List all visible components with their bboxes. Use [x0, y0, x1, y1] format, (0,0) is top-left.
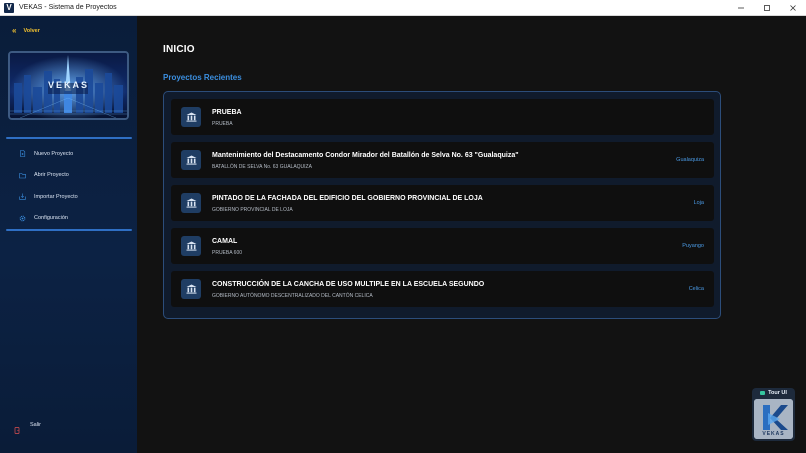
window-titlebar: V VEKAS - Sistema de Proyectos: [0, 0, 806, 16]
folder-open-icon: [19, 172, 26, 179]
project-name: CONSTRUCCIÓN DE LA CANCHA DE USO MULTIPL…: [212, 281, 485, 288]
sidebar-nav: Nuevo Proyecto Abrir Proyecto Importar P…: [0, 143, 137, 229]
sidebar-item-configuracion[interactable]: Configuración: [0, 208, 137, 230]
building-icon: [181, 107, 201, 127]
building-icon: [181, 279, 201, 299]
tour-ui-label-row: Tour UI: [752, 390, 795, 396]
project-location: Loja: [693, 200, 704, 206]
project-location: Gualaquiza: [676, 157, 704, 163]
tour-ui-label: Tour UI: [768, 390, 787, 396]
project-name: CAMAL: [212, 238, 238, 245]
project-subtitle: GOBIERNO PROVINCIAL DE LOJA: [212, 207, 293, 213]
back-button[interactable]: « Volver: [12, 27, 40, 35]
close-icon: [790, 5, 796, 11]
recent-projects-panel: PRUEBA PRUEBA Mantenimiento del Destacam…: [163, 91, 721, 319]
project-subtitle: PRUEBA: [212, 121, 233, 127]
project-card[interactable]: CONSTRUCCIÓN DE LA CANCHA DE USO MULTIPL…: [171, 271, 714, 307]
project-location: Puyango: [682, 243, 704, 249]
building-icon: [181, 193, 201, 213]
logo-text: VEKAS: [47, 80, 89, 90]
exit-label: Salir: [30, 421, 42, 428]
minimize-icon: [738, 7, 744, 9]
main-content: INICIO Proyectos Recientes PRUEBA PRUEBA…: [137, 16, 806, 453]
project-card[interactable]: PINTADO DE LA FACHADA DEL EDIFICIO DEL G…: [171, 185, 714, 221]
project-name: PRUEBA: [212, 109, 242, 116]
building-icon: [181, 236, 201, 256]
sidebar: « Volver VEKAS Nuevo Proyecto Abrir Proy…: [0, 16, 137, 453]
close-button[interactable]: [780, 0, 806, 16]
vekas-logo-text: VEKAS: [762, 431, 785, 437]
project-subtitle: GOBIERNO AUTÓNOMO DESCENTRALIZADO DEL CA…: [212, 293, 373, 299]
page-title: INICIO: [163, 44, 195, 55]
sidebar-divider-top: [6, 137, 132, 139]
building-icon: [181, 150, 201, 170]
sidebar-item-importar-proyecto[interactable]: Importar Proyecto: [0, 186, 137, 208]
sidebar-item-label: Nuevo Proyecto: [34, 150, 74, 157]
back-label: Volver: [23, 28, 40, 34]
sidebar-item-label: Abrir Proyecto: [34, 172, 69, 179]
sidebar-item-label: Configuración: [34, 215, 68, 222]
double-chevron-left-icon: «: [12, 26, 17, 35]
sidebar-item-abrir-proyecto[interactable]: Abrir Proyecto: [0, 165, 137, 187]
vekas-logo: VEKAS: [754, 399, 793, 439]
project-card[interactable]: Mantenimiento del Destacamento Condor Mi…: [171, 142, 714, 178]
sidebar-item-nuevo-proyecto[interactable]: Nuevo Proyecto: [0, 143, 137, 165]
sidebar-item-label: Importar Proyecto: [34, 193, 78, 200]
maximize-icon: [764, 5, 770, 11]
app-icon: V: [4, 2, 14, 13]
file-plus-icon: [19, 150, 26, 158]
project-subtitle: BATALLÓN DE SELVA No. 63 GUALAQUIZA: [212, 164, 312, 170]
tour-icon: [760, 391, 766, 395]
project-subtitle: PRUEBA 600: [212, 250, 243, 256]
minimize-button[interactable]: [728, 0, 754, 16]
project-location: Celica: [688, 286, 704, 292]
section-title: Proyectos Recientes: [163, 73, 242, 82]
import-icon: [19, 193, 26, 200]
window-controls: [728, 0, 806, 16]
exit-icon: [14, 421, 20, 434]
project-card[interactable]: CAMAL PRUEBA 600 Puyango: [171, 228, 714, 264]
project-name: Mantenimiento del Destacamento Condor Mi…: [212, 152, 519, 159]
tour-ui-button[interactable]: Tour UI VEKAS: [752, 388, 795, 441]
maximize-button[interactable]: [754, 0, 780, 16]
project-card[interactable]: PRUEBA PRUEBA: [171, 99, 714, 135]
project-name: PINTADO DE LA FACHADA DEL EDIFICIO DEL G…: [212, 195, 483, 202]
gear-icon: [19, 215, 26, 222]
window-title: VEKAS - Sistema de Proyectos: [19, 4, 117, 11]
exit-button[interactable]: Salir: [14, 421, 42, 434]
sidebar-divider-bottom: [6, 229, 132, 231]
app-logo: VEKAS: [8, 51, 129, 120]
